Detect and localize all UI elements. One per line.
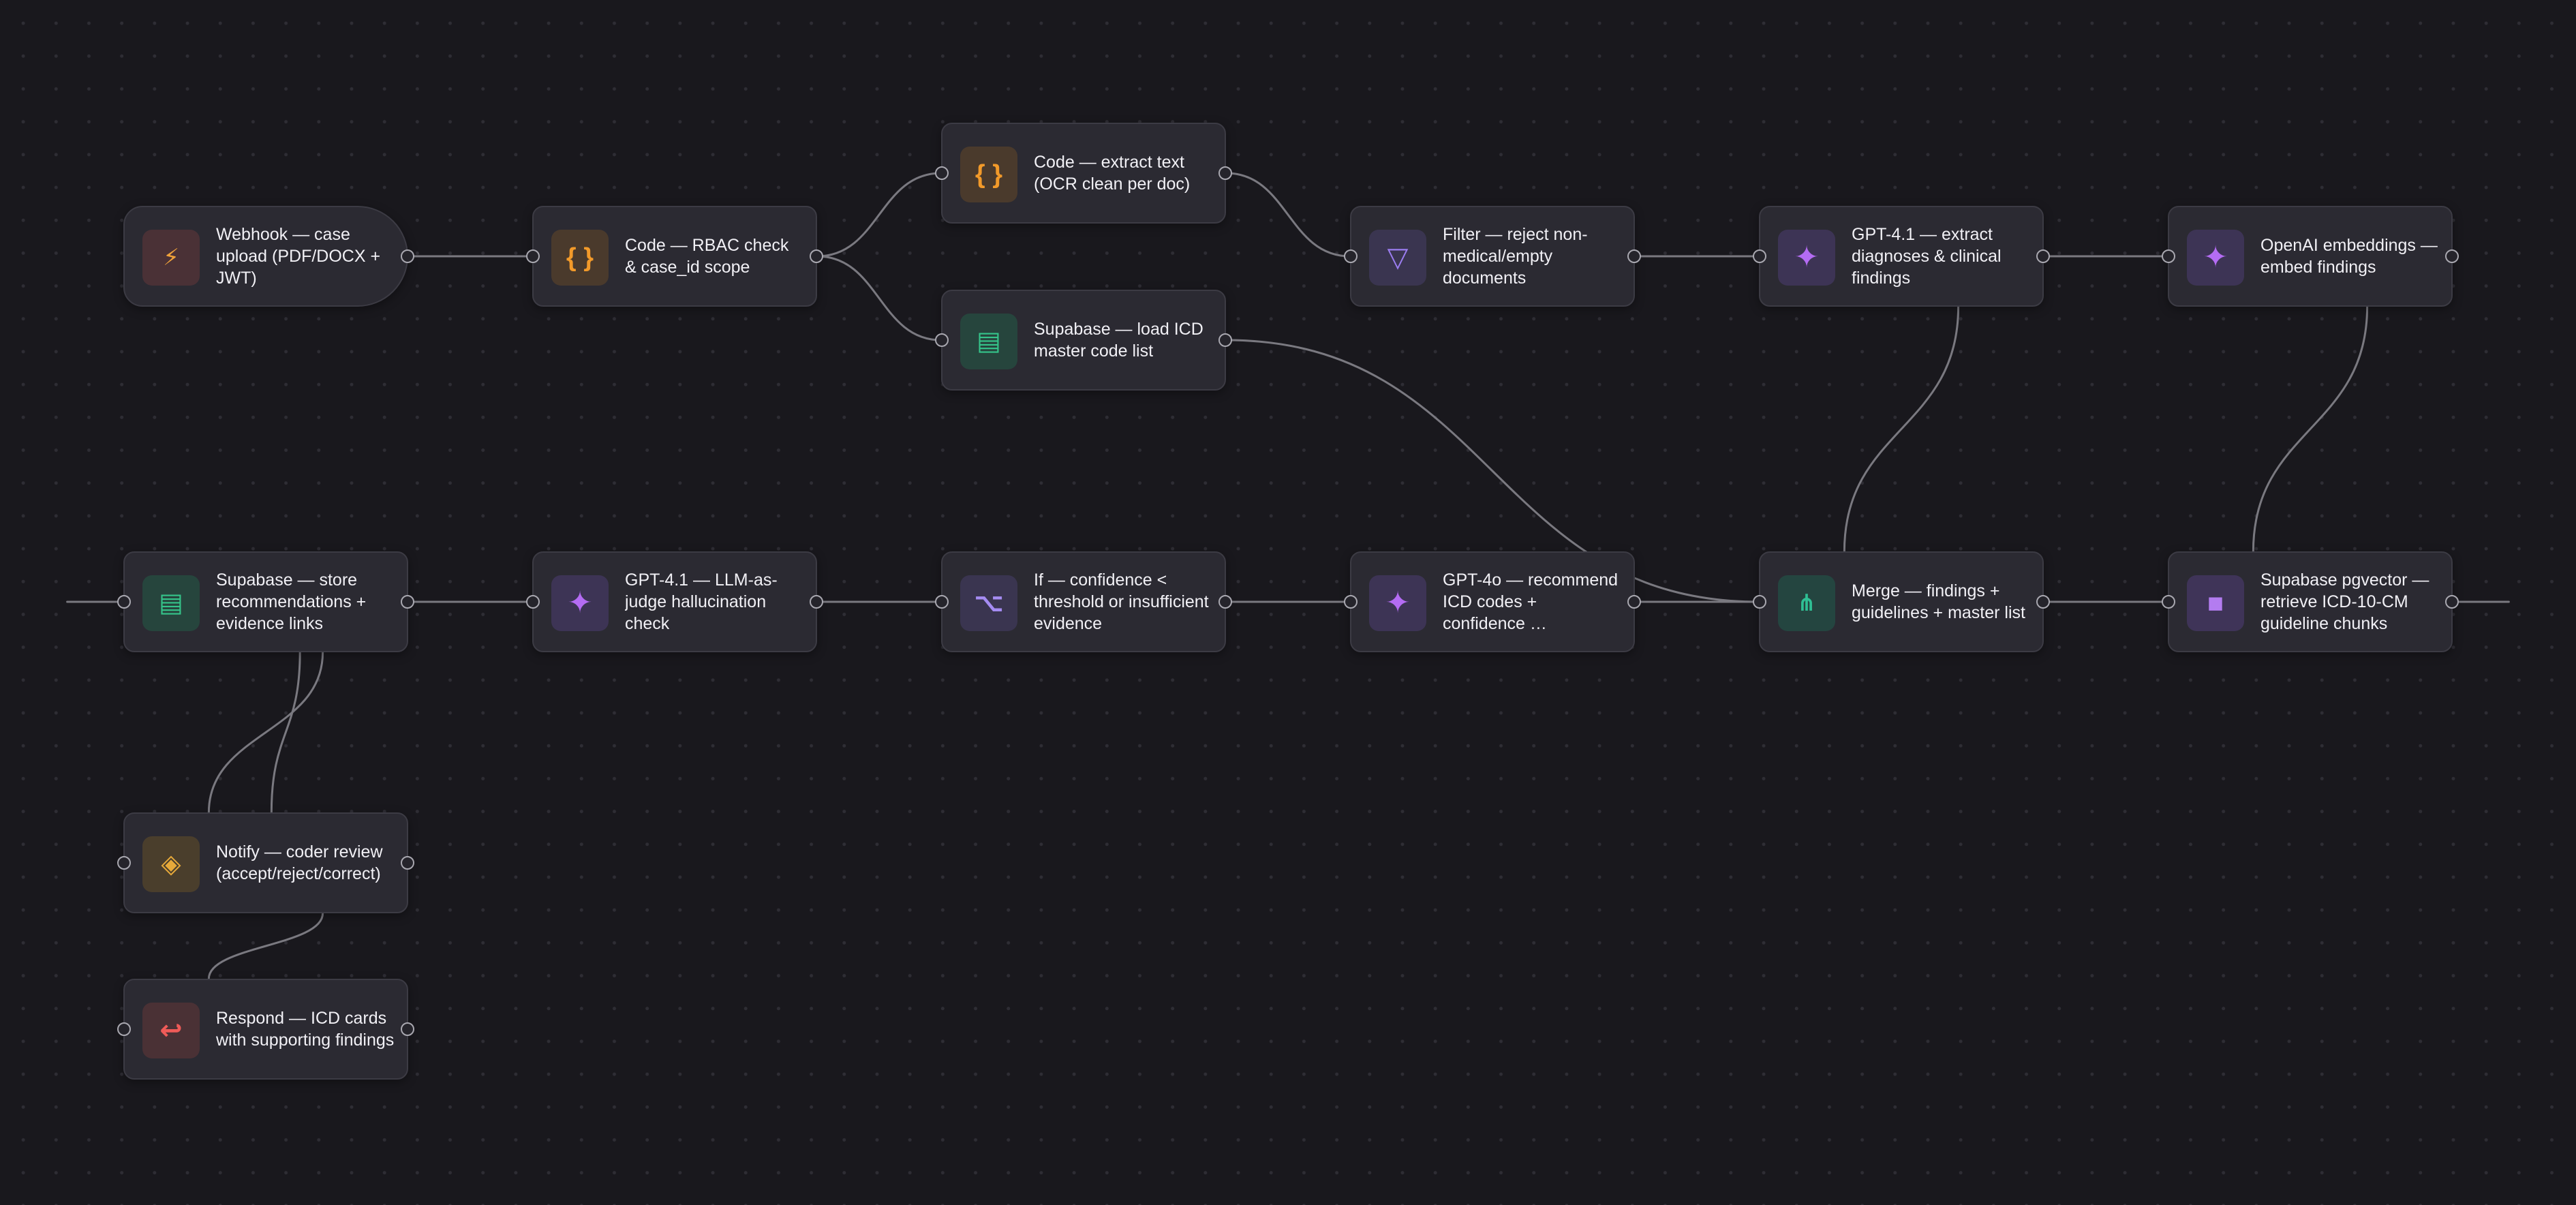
node-title: Code — RBAC check & case_id scope: [625, 236, 789, 277]
node-title: OpenAI embeddings — embed findings: [2260, 236, 2438, 277]
node-title: Webhook — case upload (PDF/DOCX + JWT): [216, 225, 381, 288]
output-handle[interactable]: [810, 595, 823, 609]
output-handle[interactable]: [810, 249, 823, 263]
node-title: Code — extract text (OCR clean per doc): [1034, 153, 1191, 194]
input-handle[interactable]: [117, 1022, 131, 1036]
output-handle[interactable]: [2036, 595, 2050, 609]
input-handle[interactable]: [526, 249, 540, 263]
node-title: Supabase pgvector — retrieve ICD-10-CM g…: [2260, 570, 2429, 633]
lightning-icon: ⚡: [142, 230, 200, 286]
code-braces-icon: { }: [960, 147, 1017, 202]
node-rbac[interactable]: { } Code — RBAC check & case_id scope: [526, 206, 823, 307]
node-gpt4o[interactable]: ✦ GPT-4o — recommend ICD codes + confiden…: [1344, 551, 1641, 652]
node-title: Merge — findings + guidelines + master l…: [1852, 581, 2025, 622]
node-title: If — confidence < threshold or insuffici…: [1034, 570, 1209, 633]
output-handle[interactable]: [401, 249, 414, 263]
node-if-conf[interactable]: ⌥ If — confidence < threshold or insuffic…: [935, 551, 1232, 652]
database-icon: ▤: [960, 314, 1017, 369]
input-handle[interactable]: [117, 595, 131, 609]
node-merge[interactable]: ⋔ Merge — findings + guidelines + master …: [1753, 551, 2050, 652]
node-embeddings[interactable]: ✦ OpenAI embeddings — embed findings: [2162, 206, 2459, 307]
node-store[interactable]: ▤ Supabase — store recommendations + evid…: [117, 551, 414, 652]
node-title: GPT-4.1 — LLM-as-judge hallucination che…: [625, 570, 778, 633]
input-handle[interactable]: [2162, 249, 2175, 263]
input-handle[interactable]: [117, 856, 131, 870]
diamond-icon: ◈: [142, 836, 200, 892]
edge-store-to-notify[interactable]: [270, 652, 301, 813]
output-handle[interactable]: [2445, 249, 2459, 263]
sparkle-icon: ✦: [551, 575, 609, 631]
edge-store-to-notify[interactable]: [207, 652, 324, 813]
edge-notify-to-respond[interactable]: [207, 913, 324, 979]
node-gpt41-extract[interactable]: ✦ GPT-4.1 — extract diagnoses & clinical …: [1753, 206, 2050, 307]
edge-embeddings-to-pgvector[interactable]: [2252, 306, 2369, 552]
branch-icon: ⌥: [960, 575, 1017, 631]
output-handle[interactable]: [1218, 166, 1232, 180]
input-handle[interactable]: [1753, 595, 1766, 609]
sparkle-icon: ✦: [1778, 230, 1835, 286]
input-handle[interactable]: [2162, 595, 2175, 609]
output-handle[interactable]: [1218, 595, 1232, 609]
edge-extract-text-to-filter[interactable]: [1225, 172, 1351, 258]
node-title: Notify — coder review (accept/reject/cor…: [216, 842, 383, 883]
input-handle[interactable]: [526, 595, 540, 609]
code-braces-icon: { }: [551, 230, 609, 286]
vector-store-icon: ■: [2187, 575, 2244, 631]
output-handle[interactable]: [2036, 249, 2050, 263]
merge-icon: ⋔: [1778, 575, 1835, 631]
node-title: Respond — ICD cards with supporting find…: [216, 1009, 395, 1050]
node-extract-text[interactable]: { } Code — extract text (OCR clean per do…: [935, 123, 1232, 224]
node-title: Supabase — store recommendations + evide…: [216, 570, 367, 633]
return-arrow-icon: ↩: [142, 1003, 200, 1058]
filter-icon: ▽: [1369, 230, 1426, 286]
node-title: GPT-4.1 — extract diagnoses & clinical f…: [1852, 225, 2002, 288]
node-judge[interactable]: ✦ GPT-4.1 — LLM-as-judge hallucination ch…: [526, 551, 823, 652]
output-handle[interactable]: [401, 1022, 414, 1036]
output-handle[interactable]: [2445, 595, 2459, 609]
output-handle[interactable]: [1627, 595, 1641, 609]
output-handle[interactable]: [401, 856, 414, 870]
node-title: Filter — reject non-medical/empty docume…: [1443, 225, 1588, 288]
edge-rbac-to-load-icd[interactable]: [816, 255, 942, 341]
node-notify[interactable]: ◈ Notify — coder review (accept/reject/co…: [117, 812, 414, 913]
edge-gpt41-extract-to-merge[interactable]: [1843, 306, 1960, 552]
node-filter[interactable]: ▽ Filter — reject non-medical/empty docum…: [1344, 206, 1641, 307]
output-handle[interactable]: [401, 595, 414, 609]
input-handle[interactable]: [1344, 595, 1358, 609]
input-handle[interactable]: [1344, 249, 1358, 263]
node-webhook[interactable]: ⚡ Webhook — case upload (PDF/DOCX + JWT): [123, 206, 414, 307]
node-title: GPT-4o — recommend ICD codes + confidenc…: [1443, 570, 1619, 633]
node-title: Supabase — load ICD master code list: [1034, 320, 1203, 361]
workflow-canvas[interactable]: ⚡ Webhook — case upload (PDF/DOCX + JWT) {…: [0, 0, 2576, 1205]
sparkle-icon: ✦: [1369, 575, 1426, 631]
input-handle[interactable]: [1753, 249, 1766, 263]
sparkle-icon: ✦: [2187, 230, 2244, 286]
node-respond[interactable]: ↩ Respond — ICD cards with supporting fin…: [117, 979, 414, 1080]
edge-rbac-to-extract-text[interactable]: [816, 172, 942, 258]
input-handle[interactable]: [935, 166, 949, 180]
output-handle[interactable]: [1627, 249, 1641, 263]
node-pgvector[interactable]: ■ Supabase pgvector — retrieve ICD-10-CM …: [2162, 551, 2459, 652]
input-handle[interactable]: [935, 595, 949, 609]
node-load-icd[interactable]: ▤ Supabase — load ICD master code list: [935, 290, 1232, 391]
database-icon: ▤: [142, 575, 200, 631]
output-handle[interactable]: [1218, 333, 1232, 347]
input-handle[interactable]: [935, 333, 949, 347]
